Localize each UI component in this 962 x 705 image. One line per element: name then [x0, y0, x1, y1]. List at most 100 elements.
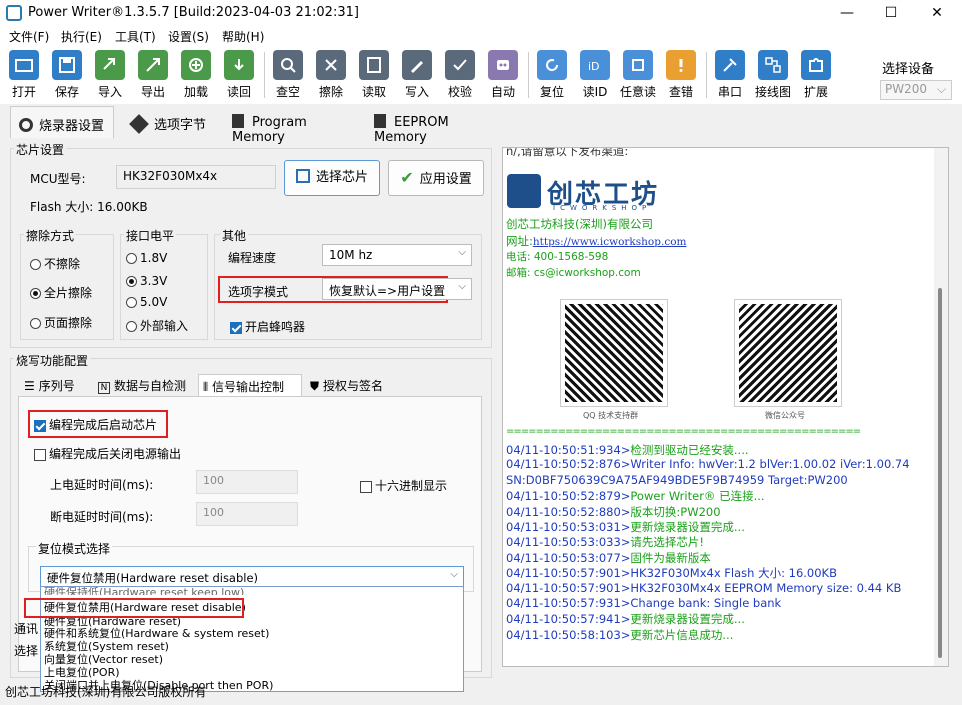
wiring-icon — [758, 50, 788, 80]
any-read-label: 任意读 — [619, 85, 656, 99]
save-button[interactable]: 保存 — [47, 50, 87, 100]
level-option-5v0[interactable]: 5.0V — [126, 295, 167, 309]
auto-button[interactable]: 自动 — [483, 50, 523, 100]
auto-label: 自动 — [490, 85, 515, 99]
speed-select[interactable]: 10M hz ⌵ — [322, 244, 472, 266]
erase-option-none[interactable]: 不擦除 — [30, 255, 80, 272]
dropdown-option[interactable]: 硬件保持低(Hardware reset keep low) — [44, 587, 244, 595]
level-option-3v3[interactable]: 3.3V — [126, 274, 167, 288]
radio-icon — [30, 318, 41, 329]
close-button[interactable]: ✕ — [914, 0, 960, 26]
tab-programmer-settings[interactable]: 烧录器设置 — [10, 106, 114, 138]
log-timestamp: 04/11-10:50:53:077> — [506, 550, 631, 565]
serial-button[interactable]: 串口 — [710, 50, 750, 100]
dropdown-option[interactable]: 硬件和系统复位(Hardware & system reset) — [44, 628, 269, 640]
subtab-signal-output[interactable]: ⫴ 信号输出控制 — [198, 374, 302, 396]
level-option-external[interactable]: 外部输入 — [126, 317, 188, 334]
menu-file[interactable]: 文件(F) — [9, 28, 49, 45]
read-button[interactable]: 读取 — [354, 50, 394, 100]
website-link[interactable]: https://www.icworkshop.com — [533, 236, 687, 248]
subtab-label: 数据与自检测 — [114, 379, 187, 393]
power-off-delay-input[interactable]: 100 — [196, 502, 298, 526]
reset-mode-title: 复位模式选择 — [36, 540, 113, 557]
erase-button[interactable]: 擦除 — [311, 50, 351, 100]
power-on-delay-input[interactable]: 100 — [196, 470, 298, 494]
verify-label: 校验 — [447, 85, 472, 99]
reset-mode-value: 硬件复位禁用(Hardware reset disable) — [47, 571, 259, 585]
power-off-checkbox[interactable]: 编程完成后关闭电源输出 — [34, 445, 181, 462]
verify-button[interactable]: 校验 — [440, 50, 480, 100]
erase-option-full[interactable]: 全片擦除 — [30, 284, 92, 301]
erase-option-page[interactable]: 页面擦除 — [30, 314, 92, 331]
wiring-label: 接线图 — [754, 85, 791, 99]
apply-settings-button[interactable]: ✔ 应用设置 — [388, 160, 484, 196]
reset-button[interactable]: 复位 — [532, 50, 572, 100]
readback-button[interactable]: 读回 — [219, 50, 259, 100]
tab-eeprom-memory[interactable]: EEPROM Memory — [366, 106, 498, 145]
log-line: 04/11-10:50:52:876>Writer Info: hwVer:1.… — [506, 457, 910, 471]
check-empty-button[interactable]: 查空 — [268, 50, 308, 100]
wiring-button[interactable]: 接线图 — [753, 50, 793, 100]
wechat-caption: 微信公众号 — [765, 411, 805, 420]
device-select[interactable]: PW200 ⌵ — [880, 80, 952, 100]
dropdown-option[interactable]: 系统复位(System reset) — [44, 641, 169, 653]
reset-label: 复位 — [539, 85, 564, 99]
select-chip-button[interactable]: 选择芯片 — [284, 160, 380, 196]
dropdown-option[interactable]: 上电复位(POR) — [44, 667, 120, 679]
start-chip-checkbox[interactable]: 编程完成后启动芯片 — [34, 416, 157, 433]
chip-icon — [295, 169, 310, 183]
extend-button[interactable]: 扩展 — [796, 50, 836, 100]
toolbar-separator — [528, 52, 529, 98]
search-icon — [273, 50, 303, 80]
robot-icon — [488, 50, 518, 80]
dropdown-option[interactable]: 向量复位(Vector reset) — [44, 654, 163, 666]
tab-label: 选项字节 — [154, 118, 207, 133]
signal-icon: ⫴ — [203, 380, 209, 394]
read-label: 读取 — [361, 85, 386, 99]
scrollbar-thumb[interactable] — [938, 288, 942, 658]
maximize-button[interactable]: ☐ — [868, 0, 914, 26]
open-button[interactable]: 打开 — [4, 50, 44, 100]
toolbar-separator — [706, 52, 707, 98]
subtab-auth-sign[interactable]: ⛊ 授权与签名 — [306, 374, 387, 396]
menu-execute[interactable]: 执行(E) — [61, 28, 102, 45]
option-mode-select[interactable]: 恢复默认=>用户设置 ⌵ — [322, 278, 472, 300]
chip-settings-title: 芯片设置 — [14, 141, 67, 158]
reset-mode-select[interactable]: 硬件复位禁用(Hardware reset disable) ⌵ — [40, 566, 464, 587]
load-icon — [181, 50, 211, 80]
log-timestamp: 04/11-10:50:53:031> — [506, 520, 631, 534]
menu-tools[interactable]: 工具(T) — [115, 28, 156, 45]
check-error-label: 查错 — [668, 85, 693, 99]
level-option-1v8[interactable]: 1.8V — [126, 251, 167, 265]
mcu-input[interactable]: HK32F030Mx4x — [116, 165, 276, 189]
toolbar-separator — [264, 52, 265, 98]
load-button[interactable]: 加载 — [176, 50, 216, 100]
log-line: 04/11-10:50:57:901>HK32F030Mx4x Flash 大小… — [506, 565, 837, 581]
log-timestamp: 04/11-10:50:57:901> — [506, 580, 631, 595]
minimize-button[interactable]: — — [824, 0, 870, 26]
check-error-button[interactable]: 查错 — [661, 50, 701, 100]
log-scrollbar[interactable] — [934, 148, 948, 666]
log-message: HK32F030Mx4x Flash 大小: 16.00KB — [630, 566, 837, 581]
import-button[interactable]: 导入 — [90, 50, 130, 100]
read-id-button[interactable]: iD 读ID — [575, 50, 615, 100]
tab-option-bytes[interactable]: 选项字节 — [124, 106, 220, 138]
extend-label: 扩展 — [803, 85, 828, 99]
write-button[interactable]: 写入 — [397, 50, 437, 100]
erase-title: 擦除方式 — [24, 227, 77, 244]
hex-checkbox[interactable]: 十六进制显示 — [360, 477, 447, 494]
subtab-label: 信号输出控制 — [212, 380, 285, 394]
subtab-data-check[interactable]: N 数据与自检测 — [94, 374, 190, 396]
any-read-button[interactable]: 任意读 — [618, 50, 658, 100]
menu-settings[interactable]: 设置(S) — [168, 28, 209, 45]
export-label: 导出 — [140, 85, 165, 99]
log-message: 请先选择芯片! — [630, 535, 705, 550]
menu-help[interactable]: 帮助(H) — [222, 28, 264, 45]
log-message: 版本切换:PW200 — [630, 504, 721, 519]
tab-program-memory[interactable]: Program Memory — [224, 106, 354, 145]
buzzer-checkbox[interactable]: 开启蜂鸣器 — [230, 318, 305, 335]
folder-icon — [9, 50, 39, 80]
export-button[interactable]: 导出 — [133, 50, 173, 100]
subtab-serial[interactable]: ☰ 序列号 — [20, 374, 79, 396]
open-label: 打开 — [11, 85, 36, 99]
